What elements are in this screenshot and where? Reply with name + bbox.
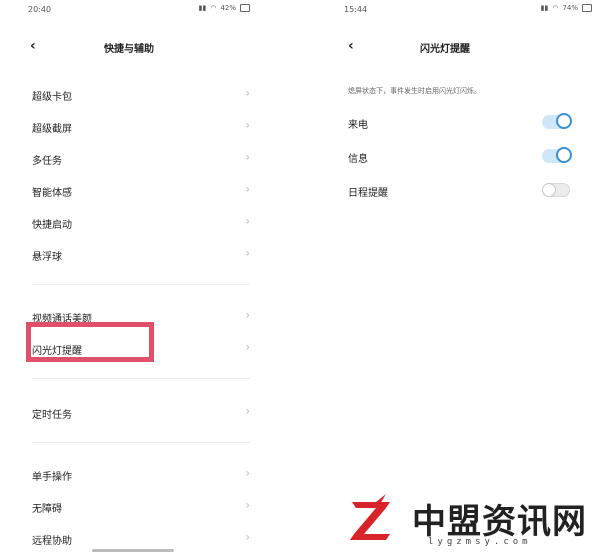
watermark: 中盟资讯网 lygzmsy.com bbox=[340, 492, 598, 552]
header: ‹ 闪光灯提醒 bbox=[330, 36, 600, 60]
chevron-right-icon: › bbox=[245, 214, 250, 228]
status-icons: ▮▮ ◠ 74% bbox=[541, 4, 592, 12]
toggle-row-message: 信息 bbox=[348, 147, 572, 167]
highlight-box bbox=[26, 322, 154, 362]
chevron-right-icon: › bbox=[245, 182, 250, 196]
toggle-row-schedule: 日程提醒 bbox=[348, 181, 570, 201]
signal-icon: ▮▮ bbox=[540, 4, 549, 12]
list-item-label: 单手操作 bbox=[32, 472, 72, 483]
chevron-right-icon: › bbox=[245, 404, 250, 418]
watermark-logo-icon bbox=[350, 494, 390, 540]
chevron-right-icon: › bbox=[245, 308, 250, 322]
page-title: 闪光灯提醒 bbox=[420, 44, 470, 55]
list-item[interactable]: 智能体感 › bbox=[32, 180, 252, 200]
list-item-label: 无障碍 bbox=[32, 504, 62, 515]
chevron-right-icon: › bbox=[245, 340, 250, 354]
page-title: 快捷与辅助 bbox=[104, 44, 154, 55]
battery-icon bbox=[240, 4, 250, 12]
list-item[interactable]: 远程协助 › bbox=[32, 528, 252, 548]
header: ‹ 快捷与辅助 bbox=[0, 36, 258, 60]
chevron-right-icon: › bbox=[245, 150, 250, 164]
list-item-label: 多任务 bbox=[32, 156, 62, 167]
watermark-url: lygzmsy.com bbox=[428, 537, 532, 547]
chevron-right-icon: › bbox=[245, 86, 250, 100]
battery-percent: 74% bbox=[562, 4, 578, 12]
toggle-knob bbox=[556, 147, 572, 163]
description-text: 熄屏状态下，事件发生时启用闪光灯闪烁。 bbox=[348, 87, 481, 95]
list-item[interactable]: 多任务 › bbox=[32, 148, 252, 168]
section-divider bbox=[32, 442, 250, 443]
list-item-label: 定时任务 bbox=[32, 410, 72, 421]
list-item[interactable]: 超级卡包 › bbox=[32, 84, 252, 104]
watermark-name: 中盟资讯网 bbox=[412, 502, 587, 542]
home-indicator bbox=[92, 549, 174, 552]
list-item[interactable]: 定时任务 › bbox=[32, 402, 252, 422]
schedule-reminder-toggle[interactable] bbox=[542, 183, 570, 197]
list-item[interactable]: 悬浮球 › bbox=[32, 244, 252, 264]
chevron-right-icon: › bbox=[245, 466, 250, 480]
left-settings-screen: 20:40 ▮▮ ◠ 42% ‹ 快捷与辅助 超级卡包 › 超级截屏 › 多任务… bbox=[0, 0, 258, 555]
list-item[interactable]: 超级截屏 › bbox=[32, 116, 252, 136]
toggle-label: 日程提醒 bbox=[348, 188, 388, 199]
list-item-label: 悬浮球 bbox=[32, 252, 62, 263]
toggle-knob bbox=[542, 183, 556, 197]
toggle-row-incoming-call: 来电 bbox=[348, 113, 572, 133]
battery-percent: 42% bbox=[220, 4, 236, 12]
section-divider bbox=[32, 378, 250, 379]
wifi-icon: ◠ bbox=[210, 4, 217, 12]
list-item-label: 超级卡包 bbox=[32, 92, 72, 103]
list-item[interactable]: 单手操作 › bbox=[32, 464, 252, 484]
incoming-call-toggle[interactable] bbox=[542, 113, 572, 129]
list-item[interactable]: 无障碍 › bbox=[32, 496, 252, 516]
right-settings-screen: 15:44 ▮▮ ◠ 74% ‹ 闪光灯提醒 熄屏状态下，事件发生时启用闪光灯闪… bbox=[330, 0, 600, 555]
chevron-right-icon: › bbox=[245, 118, 250, 132]
status-bar: 20:40 ▮▮ ◠ 42% bbox=[0, 0, 258, 18]
message-toggle[interactable] bbox=[542, 147, 572, 163]
status-icons: ▮▮ ◠ 42% bbox=[199, 4, 250, 12]
signal-icon: ▮▮ bbox=[198, 4, 207, 12]
section-divider bbox=[32, 284, 250, 285]
chevron-right-icon: › bbox=[245, 498, 250, 512]
list-item[interactable]: 快捷启动 › bbox=[32, 212, 252, 232]
chevron-right-icon: › bbox=[245, 246, 250, 260]
battery-icon bbox=[582, 4, 592, 12]
status-bar: 15:44 ▮▮ ◠ 74% bbox=[330, 0, 600, 18]
chevron-right-icon: › bbox=[245, 530, 250, 544]
status-time: 15:44 bbox=[344, 5, 368, 14]
list-item-label: 超级截屏 bbox=[32, 124, 72, 135]
list-item-label: 智能体感 bbox=[32, 188, 72, 199]
toggle-label: 信息 bbox=[348, 154, 368, 165]
list-item-label: 快捷启动 bbox=[32, 220, 72, 231]
toggle-knob bbox=[556, 113, 572, 129]
status-time: 20:40 bbox=[28, 5, 52, 14]
list-item-label: 远程协助 bbox=[32, 536, 72, 547]
wifi-icon: ◠ bbox=[552, 4, 559, 12]
toggle-label: 来电 bbox=[348, 120, 368, 131]
